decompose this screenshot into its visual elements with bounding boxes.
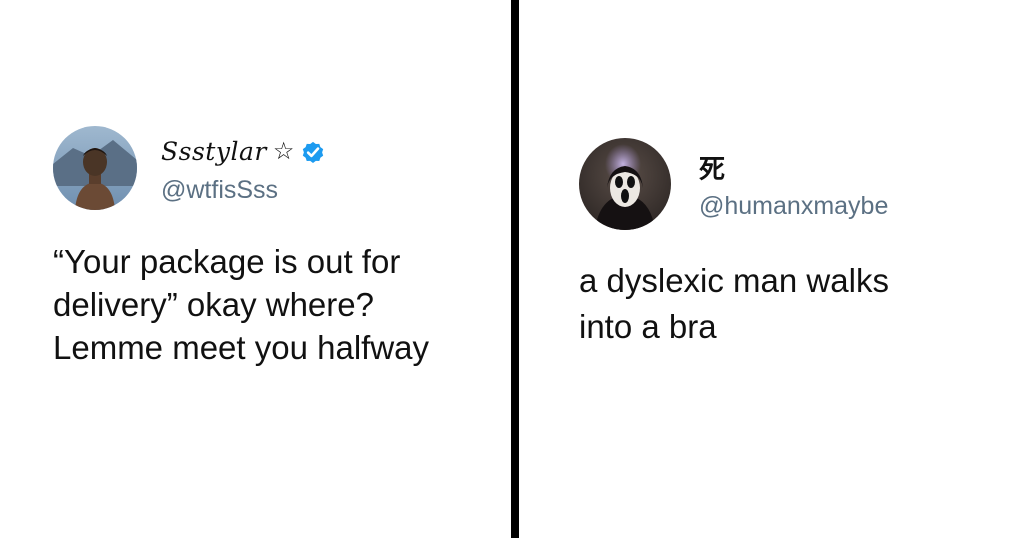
star-icon: ☆ <box>272 137 295 165</box>
tweet-text: “Your package is out for delivery” okay … <box>53 240 493 369</box>
user-info: Ssstylar ☆ @wtfisSss <box>161 132 326 205</box>
profile-photo-ghostface-icon <box>579 138 671 230</box>
avatar[interactable] <box>53 126 137 210</box>
tweet-text-line: a dyslexic man walks <box>579 262 889 299</box>
display-name[interactable]: Ssstylar <box>161 137 267 166</box>
name-row: 死 <box>699 148 888 188</box>
meme-canvas: Ssstylar ☆ @wtfisSss “Your package is ou… <box>0 0 1024 538</box>
tweet-text-line: into a bra <box>579 308 717 345</box>
user-handle[interactable]: @humanxmaybe <box>699 192 888 221</box>
panel-divider <box>511 0 519 538</box>
tweet-header: Ssstylar ☆ @wtfisSss <box>53 126 493 210</box>
tweet-card-right: 死 @humanxmaybe a dyslexic man walks into… <box>579 138 999 350</box>
user-info: 死 @humanxmaybe <box>699 148 888 221</box>
user-handle[interactable]: @wtfisSss <box>161 176 326 205</box>
avatar[interactable] <box>579 138 671 230</box>
verified-badge-icon <box>303 141 324 163</box>
tweet-text-line: delivery” okay where? <box>53 286 374 323</box>
tweet-header: 死 @humanxmaybe <box>579 138 999 230</box>
tweet-text: a dyslexic man walks into a bra <box>579 258 999 350</box>
tweet-card-left: Ssstylar ☆ @wtfisSss “Your package is ou… <box>53 126 493 369</box>
name-row: Ssstylar ☆ <box>161 132 326 172</box>
tweet-text-line: “Your package is out for <box>53 243 401 280</box>
profile-photo-man-icon <box>53 126 137 210</box>
tweet-text-line: Lemme meet you halfway <box>53 329 430 366</box>
display-name[interactable]: 死 <box>699 149 726 186</box>
